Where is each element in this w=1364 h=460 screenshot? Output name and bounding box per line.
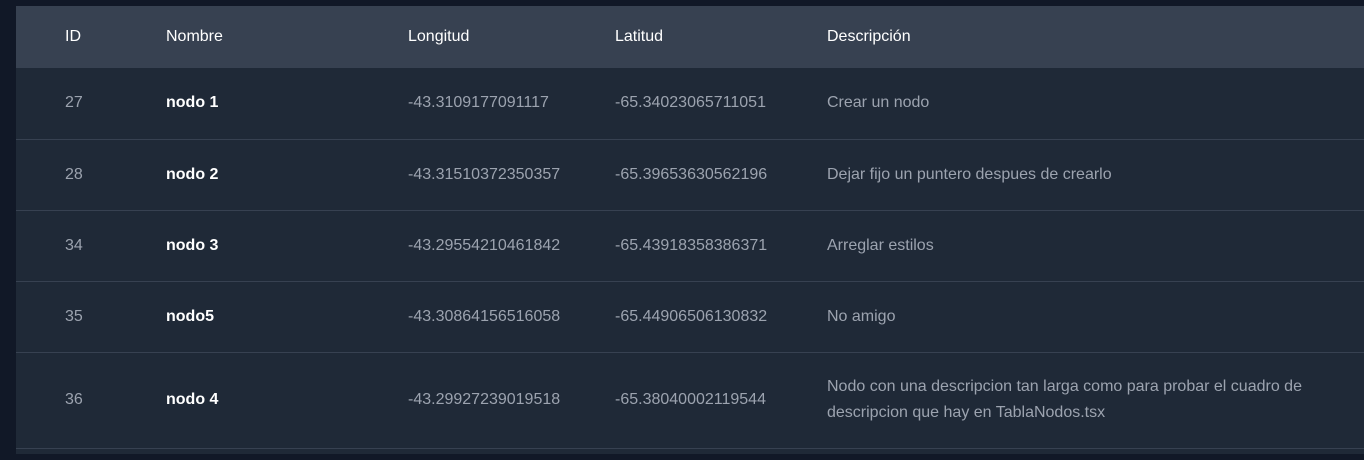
- table-row[interactable]: 35 nodo5 -43.30864156516058 -65.44906506…: [16, 281, 1364, 352]
- cell-name: nodo 2: [166, 165, 219, 183]
- table-row[interactable]: 34 nodo 3 -43.29554210461842 -65.4391835…: [16, 210, 1364, 281]
- cell-id: 36: [65, 391, 83, 408]
- nodes-table: ID Nombre Longitud Latitud Descripción 2…: [16, 6, 1364, 449]
- table-row[interactable]: 27 nodo 1 -43.3109177091117 -65.34023065…: [16, 68, 1364, 139]
- cell-description: Nodo con una descripcion tan larga como …: [827, 378, 1302, 421]
- cell-longitude: -43.3109177091117: [408, 94, 549, 112]
- cell-name: nodo 1: [166, 94, 219, 112]
- cell-id: 35: [65, 307, 83, 325]
- cell-longitude: -43.29554210461842: [408, 236, 561, 254]
- page-bottom-edge: [0, 454, 1364, 460]
- cell-description: Dejar fijo un puntero despues de crearlo: [827, 165, 1112, 183]
- column-header-id: ID: [65, 28, 81, 45]
- cell-description: Crear un nodo: [827, 94, 930, 112]
- cell-longitude: -43.31510372350357: [408, 165, 561, 183]
- cell-longitude: -43.29927239019518: [408, 391, 561, 408]
- cell-longitude: -43.30864156516058: [408, 307, 561, 325]
- cell-name: nodo5: [166, 307, 214, 325]
- table-header: ID Nombre Longitud Latitud Descripción: [16, 6, 1364, 68]
- table-row[interactable]: 36 nodo 4 -43.29927239019518 -65.3804000…: [16, 352, 1364, 448]
- table-header-row: ID Nombre Longitud Latitud Descripción: [16, 6, 1364, 68]
- nodes-table-container: ID Nombre Longitud Latitud Descripción 2…: [16, 6, 1364, 454]
- cell-latitude: -65.44906506130832: [615, 307, 768, 325]
- cell-latitude: -65.43918358386371: [615, 236, 768, 254]
- column-header-name: Nombre: [166, 28, 223, 45]
- cell-id: 27: [65, 94, 83, 112]
- cell-latitude: -65.38040002119544: [615, 391, 766, 408]
- table-row[interactable]: 28 nodo 2 -43.31510372350357 -65.3965363…: [16, 139, 1364, 210]
- cell-name: nodo 3: [166, 236, 219, 254]
- cell-description: No amigo: [827, 307, 896, 325]
- column-header-description: Descripción: [827, 28, 911, 45]
- column-header-longitude: Longitud: [408, 28, 470, 45]
- column-header-latitude: Latitud: [615, 28, 664, 45]
- cell-latitude: -65.34023065711051: [615, 94, 766, 112]
- cell-name: nodo 4: [166, 391, 219, 408]
- cell-latitude: -65.39653630562196: [615, 165, 768, 183]
- cell-id: 34: [65, 236, 83, 254]
- cell-id: 28: [65, 165, 83, 183]
- table-body: 27 nodo 1 -43.3109177091117 -65.34023065…: [16, 68, 1364, 448]
- cell-description: Arreglar estilos: [827, 236, 934, 254]
